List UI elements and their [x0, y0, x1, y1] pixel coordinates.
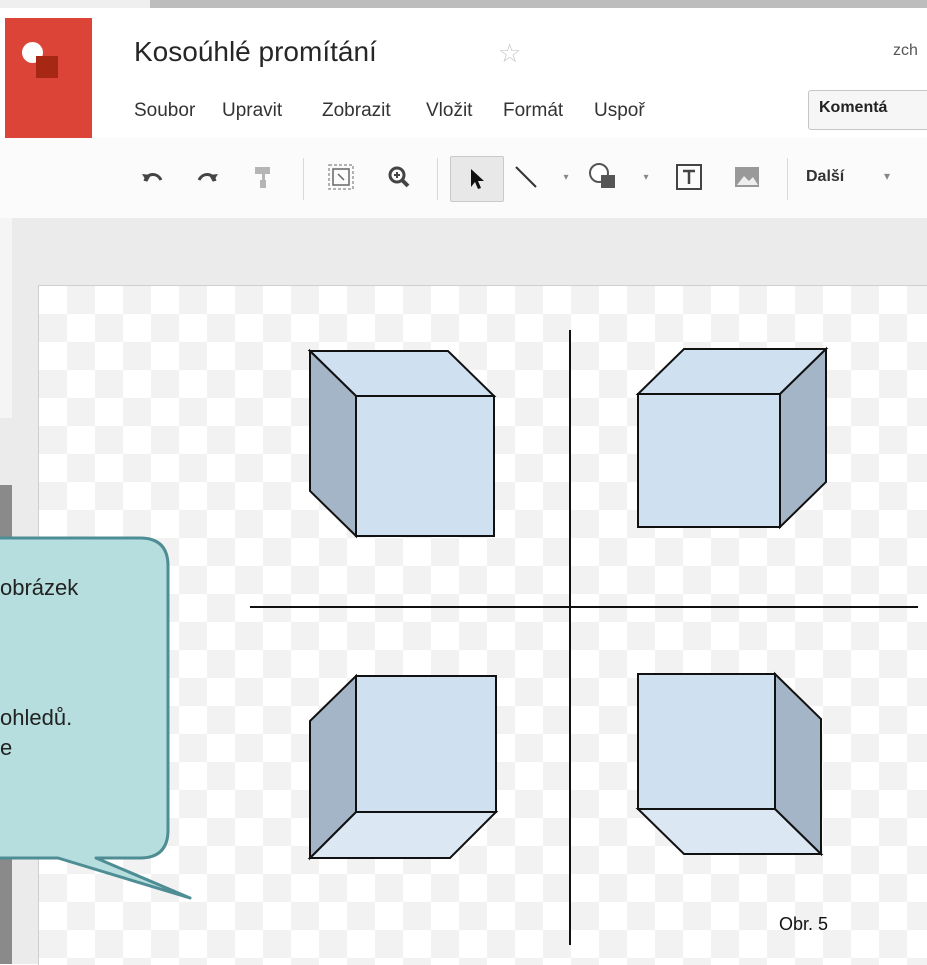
cube-front-face [355, 675, 497, 813]
cube-bottom-left[interactable] [307, 673, 499, 861]
figure-label: Obr. 5 [779, 914, 829, 934]
callout-text-line-3: e [0, 735, 13, 760]
cube-front-face [355, 395, 495, 537]
callout-text-line-1: obrázek [0, 575, 79, 600]
cube-top-right[interactable] [635, 346, 829, 530]
cube-bottom-right[interactable] [635, 671, 824, 857]
callout-text-line-2: ohledů. [0, 705, 73, 730]
cube-top-left[interactable] [307, 348, 497, 539]
cube-front-face [637, 673, 776, 810]
cube-front-face [637, 393, 781, 528]
drawing-layer [0, 330, 918, 945]
